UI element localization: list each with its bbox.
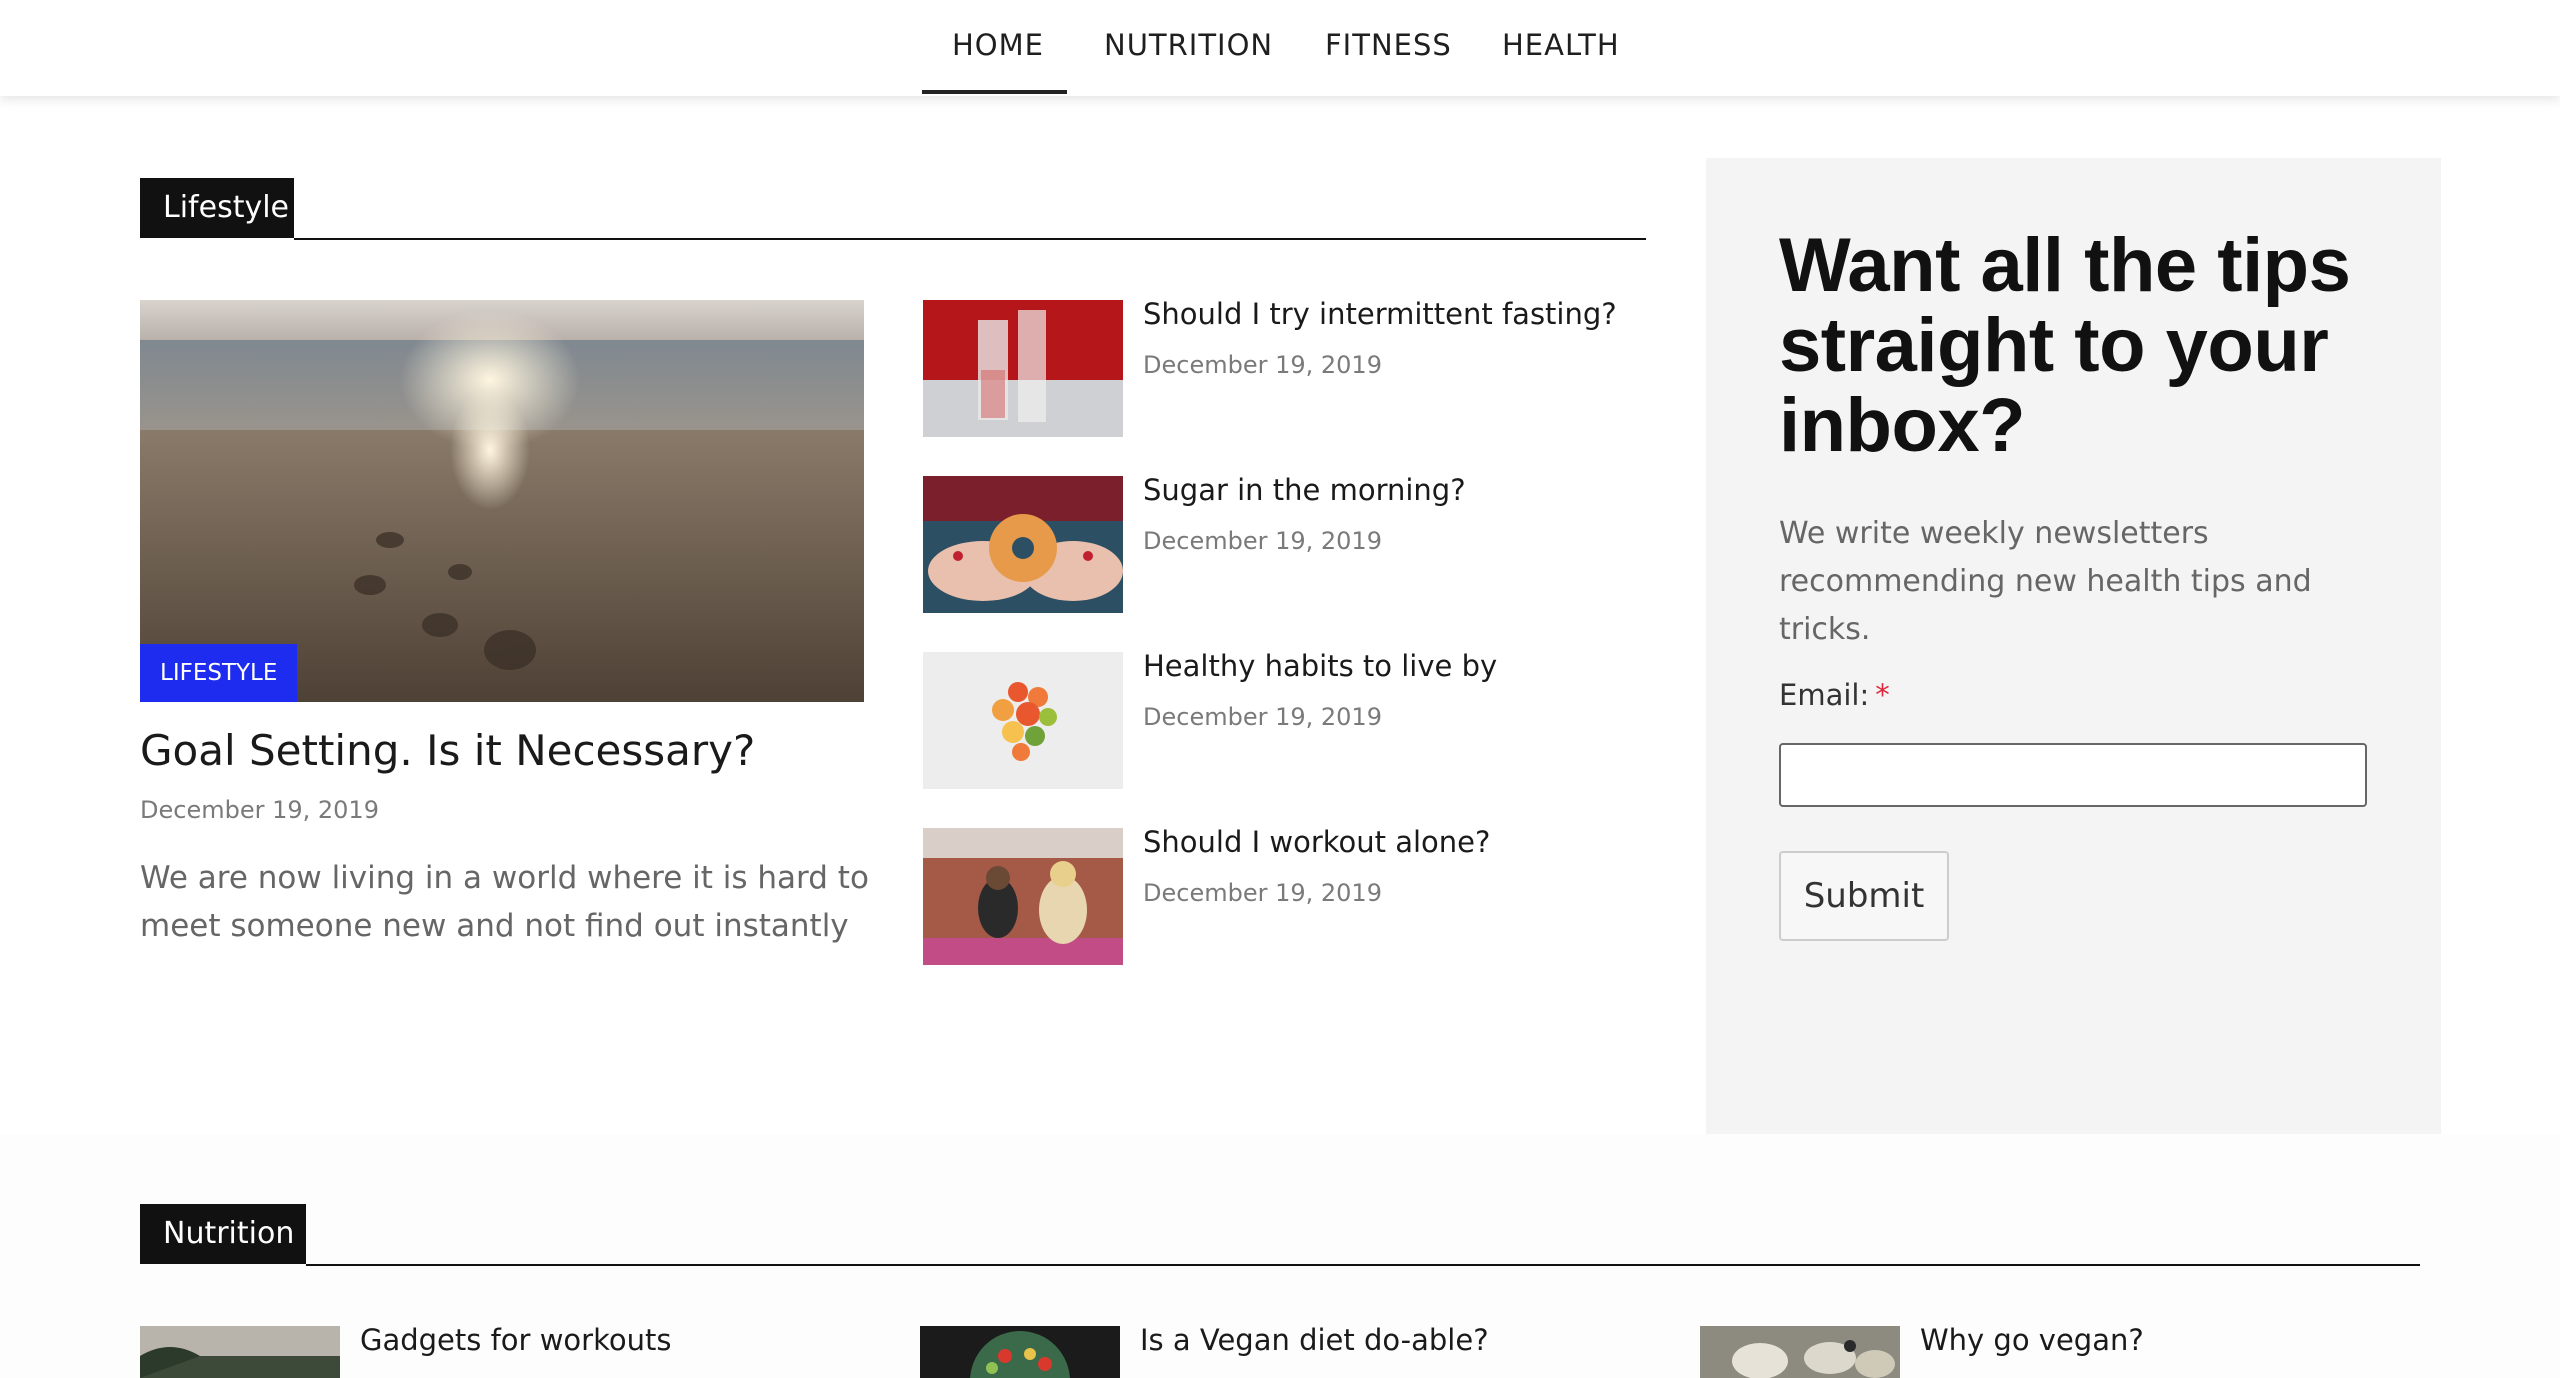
category-badge-lifestyle[interactable]: LIFESTYLE <box>140 644 298 702</box>
post-thumbnail-fruit[interactable] <box>923 652 1123 789</box>
post-date: December 19, 2019 <box>1143 703 1382 731</box>
featured-excerpt: We are now living in a world where it is… <box>140 854 869 950</box>
heading-line: inbox? <box>1779 383 2026 468</box>
description-line: We write weekly newsletters <box>1779 516 2209 551</box>
email-label-text: Email: <box>1779 678 1870 712</box>
post-title[interactable]: Is a Vegan diet do-able? <box>1140 1323 1489 1357</box>
section-divider <box>294 238 1646 240</box>
nav-nutrition[interactable]: NUTRITION <box>1104 28 1273 62</box>
post-thumbnail-vegan-bowl[interactable] <box>920 1326 1120 1378</box>
active-nav-indicator <box>922 90 1067 94</box>
post-thumbnail-gadgets[interactable] <box>140 1326 340 1378</box>
email-label: Email: * <box>1779 678 1890 712</box>
nav-fitness[interactable]: FITNESS <box>1325 28 1452 62</box>
post-title[interactable]: Healthy habits to live by <box>1143 649 1497 683</box>
newsletter-widget: Want all the tips straight to your inbox… <box>1706 158 2441 1134</box>
featured-date: December 19, 2019 <box>140 796 379 824</box>
post-title[interactable]: Should I try intermittent fasting? <box>1143 297 1617 331</box>
description-line: recommending new health tips and tricks. <box>1779 564 2312 647</box>
featured-image-beach[interactable] <box>140 300 864 702</box>
post-title[interactable]: Sugar in the morning? <box>1143 473 1466 507</box>
post-title[interactable]: Gadgets for workouts <box>360 1323 671 1357</box>
featured-title[interactable]: Goal Setting. Is it Necessary? <box>140 726 755 775</box>
heading-line: Want all the tips <box>1779 223 2351 308</box>
post-title[interactable]: Should I workout alone? <box>1143 825 1490 859</box>
excerpt-line: meet someone new and not find out instan… <box>140 908 849 944</box>
post-title[interactable]: Why go vegan? <box>1920 1323 2144 1357</box>
heading-line: straight to your <box>1779 303 2329 388</box>
newsletter-description: We write weekly newsletters recommending… <box>1779 510 2399 654</box>
nav-home[interactable]: HOME <box>952 28 1044 62</box>
submit-button[interactable]: Submit <box>1779 851 1949 941</box>
section-label-nutrition: Nutrition <box>140 1204 306 1264</box>
excerpt-line: We are now living in a world where it is… <box>140 860 869 896</box>
nav-health[interactable]: HEALTH <box>1502 28 1620 62</box>
section-divider <box>306 1264 2420 1266</box>
top-navigation: HOME NUTRITION FITNESS HEALTH <box>0 0 2560 96</box>
newsletter-heading: Want all the tips straight to your inbox… <box>1779 226 2399 466</box>
post-date: December 19, 2019 <box>1143 351 1382 379</box>
email-field[interactable] <box>1779 743 2367 807</box>
post-thumbnail-sheep[interactable] <box>1700 1326 1900 1378</box>
post-thumbnail-donut[interactable] <box>923 476 1123 613</box>
post-thumbnail-water-glass[interactable] <box>923 300 1123 437</box>
required-mark: * <box>1875 678 1890 712</box>
post-thumbnail-yoga[interactable] <box>923 828 1123 965</box>
post-date: December 19, 2019 <box>1143 879 1382 907</box>
section-label-lifestyle: Lifestyle <box>140 178 294 238</box>
post-date: December 19, 2019 <box>1143 527 1382 555</box>
